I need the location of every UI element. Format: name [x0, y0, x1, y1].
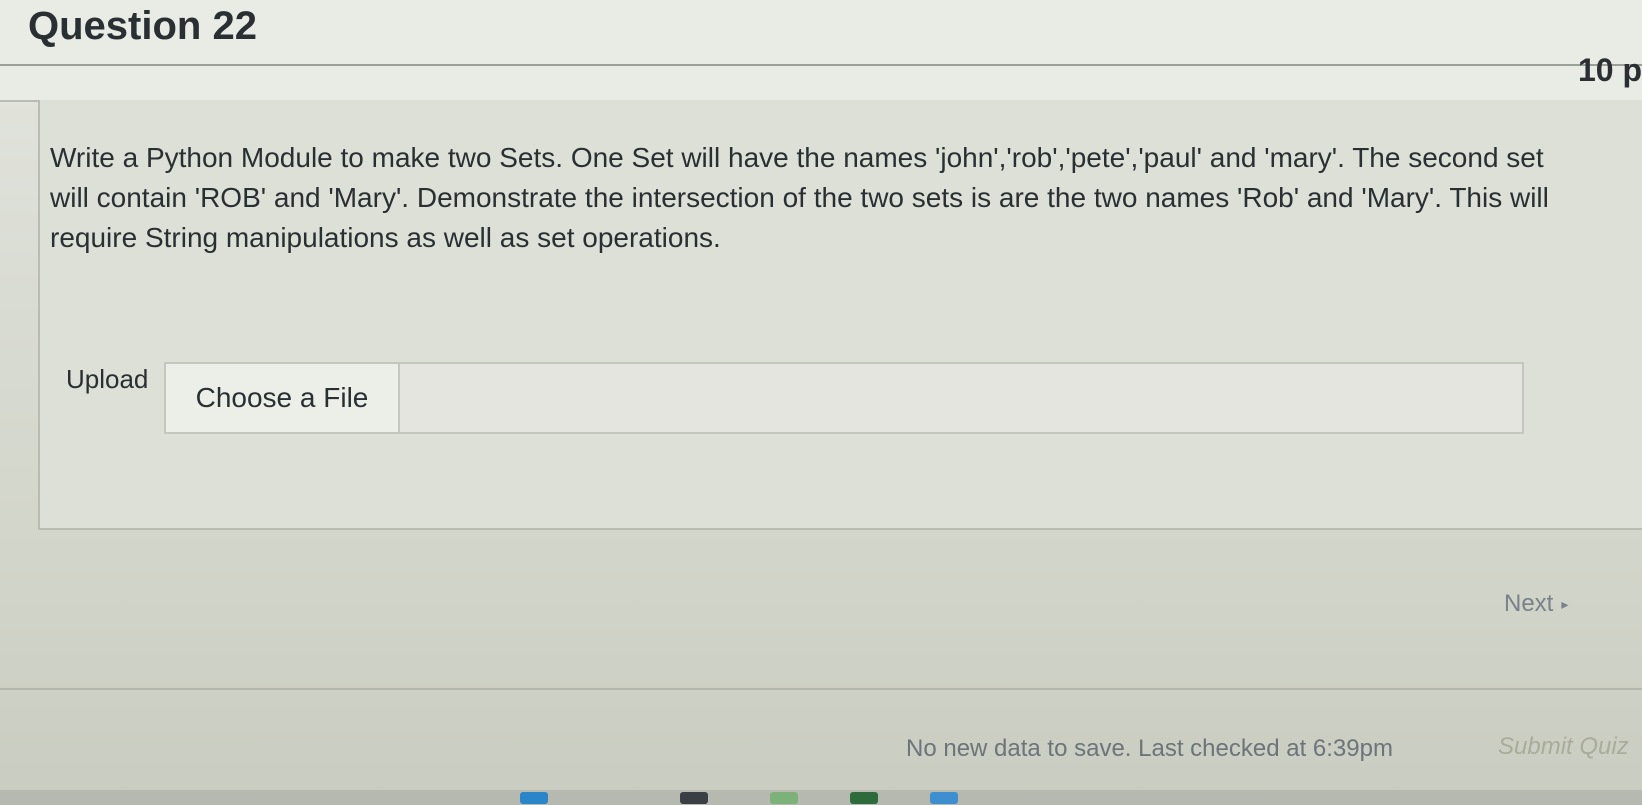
question-container: Question 22 10 p Write a Python Module t…: [0, 0, 1642, 530]
taskbar-app-icon[interactable]: [680, 792, 708, 804]
question-body: Write a Python Module to make two Sets. …: [38, 100, 1642, 530]
next-label: Next: [1504, 590, 1554, 617]
question-header: Question 22 10 p: [0, 0, 1642, 102]
question-points: 10 p: [1577, 52, 1642, 88]
taskbar-app-icon[interactable]: [520, 792, 548, 804]
choose-file-button[interactable]: Choose a File: [166, 364, 400, 432]
header-divider: [0, 64, 1642, 66]
next-button[interactable]: Next ▸: [1504, 590, 1568, 618]
footer-divider: [0, 688, 1642, 690]
submit-quiz-button[interactable]: Submit Quiz: [1498, 733, 1629, 761]
autosave-status: No new data to save. Last checked at 6:3…: [906, 735, 1393, 762]
taskbar-app-icon[interactable]: [770, 792, 798, 804]
triangle-right-icon: ▸: [1561, 596, 1569, 613]
taskbar: [0, 790, 1642, 805]
file-upload-row: Upload Choose a File: [66, 362, 1536, 438]
taskbar-app-icon[interactable]: [850, 792, 878, 804]
file-upload-field[interactable]: Choose a File: [164, 362, 1524, 434]
taskbar-app-icon[interactable]: [930, 792, 958, 804]
screen: Question 22 10 p Write a Python Module t…: [0, 0, 1642, 805]
question-text: Write a Python Module to make two Sets. …: [50, 142, 1549, 253]
question-title: Question 22: [28, 4, 257, 48]
upload-label: Upload: [66, 364, 149, 394]
